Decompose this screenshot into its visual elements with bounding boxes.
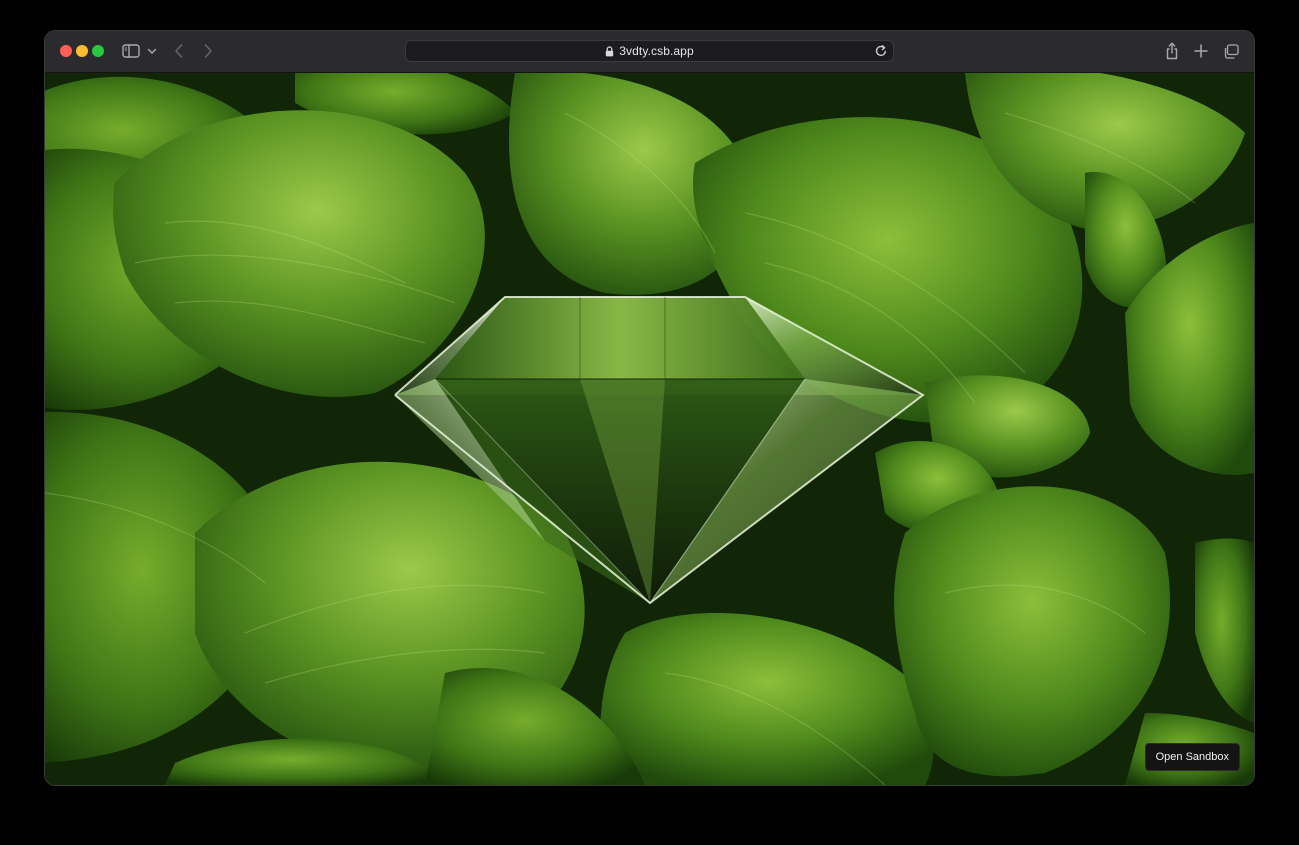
chevron-down-icon[interactable]: [146, 44, 158, 58]
url-text: 3vdty.csb.app: [619, 44, 694, 58]
reload-icon[interactable]: [874, 44, 888, 58]
share-icon[interactable]: [1164, 41, 1180, 61]
zoom-window-button[interactable]: [92, 45, 104, 57]
lock-icon: [605, 45, 614, 57]
sidebar-icon[interactable]: [122, 43, 140, 59]
web-content: Open Sandbox: [45, 73, 1254, 785]
chevron-left-icon[interactable]: [171, 43, 187, 59]
browser-toolbar: 3vdty.csb.app: [45, 31, 1254, 73]
browser-window: 3vdty.csb.app Open Sandbox: [45, 31, 1254, 785]
leaves-background-image: [45, 73, 1254, 785]
open-sandbox-button[interactable]: Open Sandbox: [1144, 743, 1240, 771]
chevron-right-icon[interactable]: [200, 43, 216, 59]
tabs-icon[interactable]: [1222, 43, 1240, 59]
close-window-button[interactable]: [60, 45, 72, 57]
address-bar[interactable]: 3vdty.csb.app: [405, 40, 894, 62]
minimize-window-button[interactable]: [76, 45, 88, 57]
plus-icon[interactable]: [1193, 43, 1209, 59]
